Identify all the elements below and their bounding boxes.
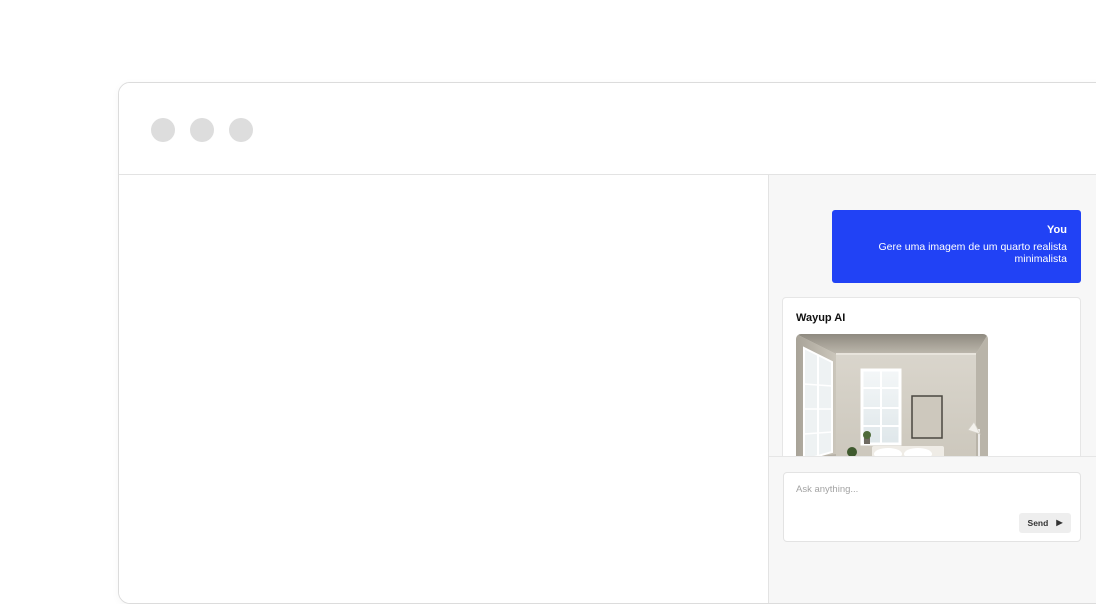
user-message-bubble: You Gere uma imagem de um quarto realist… [832,210,1081,283]
window-content: You Gere uma imagem de um quarto realist… [119,175,1096,603]
chat-input-box[interactable]: Send ▶ [783,472,1081,542]
chat-panel: You Gere uma imagem de um quarto realist… [769,175,1096,603]
generated-room-image[interactable] [796,334,988,456]
chat-messages[interactable]: You Gere uma imagem de um quarto realist… [769,175,1096,456]
window-minimize-dot[interactable] [190,118,214,142]
window-close-dot[interactable] [151,118,175,142]
send-button-label: Send [1027,518,1049,528]
send-button[interactable]: Send ▶ [1019,513,1071,533]
canvas-area [119,175,769,603]
user-message-author: You [1047,224,1067,236]
play-icon: ▶ [1056,518,1063,527]
ai-message-bubble: Wayup AI [782,297,1081,456]
chat-input-area: Send ▶ [769,456,1096,603]
browser-window: You Gere uma imagem de um quarto realist… [118,82,1096,604]
user-message-text: Gere uma imagem de um quarto realista mi… [878,241,1067,265]
ai-message-author: Wayup AI [796,312,846,324]
chat-input-field[interactable] [796,484,1066,504]
window-maximize-dot[interactable] [229,118,253,142]
window-titlebar [119,83,1096,175]
